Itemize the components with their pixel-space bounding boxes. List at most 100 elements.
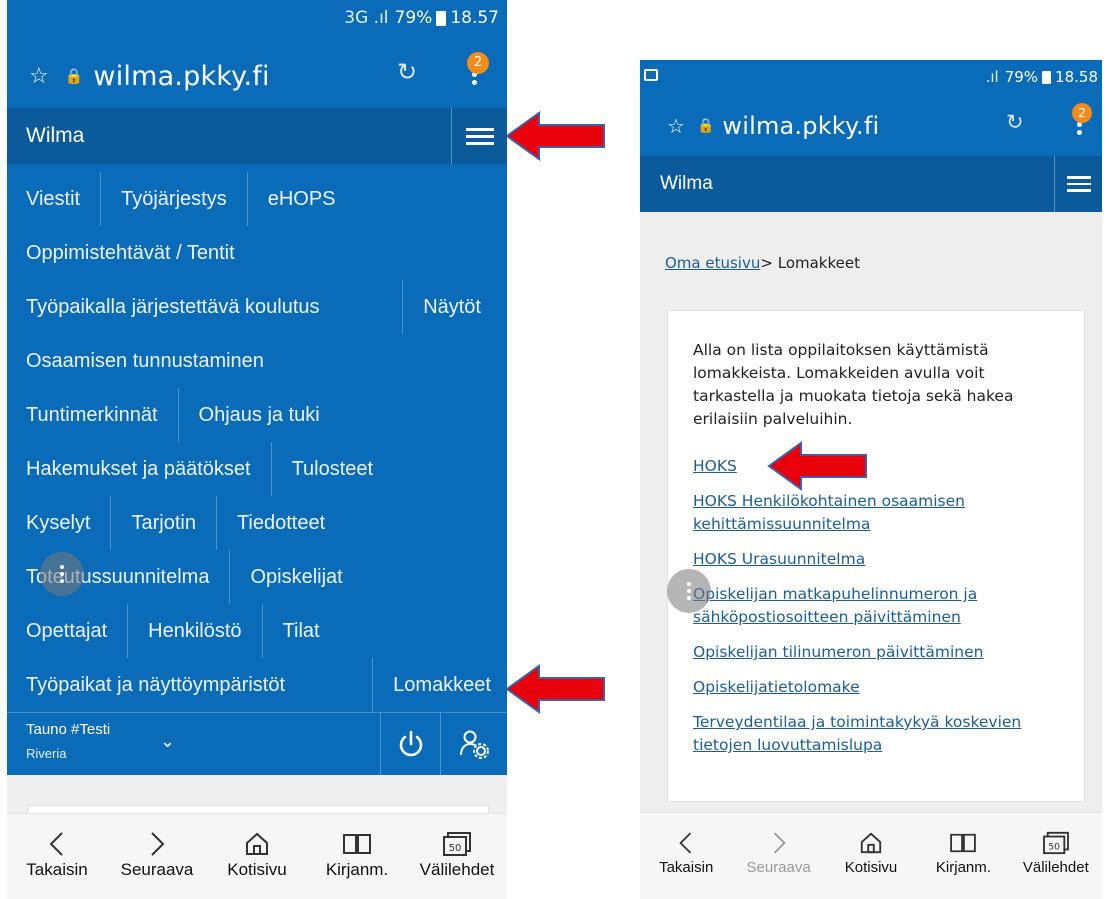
nav-row: Opettajat Henkilöstö Tilat	[7, 604, 507, 658]
chevron-left-icon	[47, 828, 67, 860]
forward-button[interactable]: Seuraava	[732, 827, 824, 899]
star-icon[interactable]: ☆	[667, 114, 685, 138]
notification-badge: 2	[1072, 103, 1092, 123]
floating-menu-icon[interactable]	[40, 552, 84, 596]
star-icon[interactable]: ☆	[29, 64, 49, 89]
app-title: Wilma	[26, 124, 85, 147]
left-phone-screenshot: 3G .ıl 79% 18.57 ☆ 🔒 wilma.pkky.fi ↻ 2 W…	[7, 0, 507, 899]
bookmarks-button[interactable]: Kirjanm.	[307, 828, 407, 899]
nav-item-lomakkeet[interactable]: Lomakkeet	[372, 658, 507, 712]
hamburger-menu-icon[interactable]	[1054, 156, 1102, 212]
nav-row: Osaamisen tunnustaminen	[7, 334, 507, 388]
lock-icon: 🔒	[696, 118, 715, 134]
tabs-button[interactable]: 50 Välilehdet	[1010, 827, 1102, 899]
tabs-icon: 50	[442, 828, 472, 860]
form-link[interactable]: Opiskelijan tilinumeron päivittäminen	[693, 641, 1063, 664]
floating-menu-icon[interactable]	[667, 569, 711, 613]
red-arrow-hoks-icon	[767, 441, 867, 491]
svg-text:50: 50	[449, 843, 462, 854]
nav-item-oppimistehtävät-tentit[interactable]: Oppimistehtävät / Tentit	[7, 226, 255, 280]
forms-card: Alla on lista oppilaitoksen käyttämistä …	[667, 310, 1085, 802]
breadcrumb-current: Lomakkeet	[777, 254, 860, 272]
wilma-header: Wilma	[7, 108, 507, 164]
nav-item-tilat[interactable]: Tilat	[261, 604, 340, 658]
form-link[interactable]: Terveydentilaa ja toimintakykyä koskevie…	[693, 711, 1063, 757]
chevron-right-icon	[147, 828, 167, 860]
battery-percent: 79%	[1004, 68, 1039, 86]
clock: 18.57	[450, 8, 499, 28]
right-phone-screenshot: .ıl 79% 18.58 ☆ 🔒 wilma.pkky.fi ↻ 2 Wilm…	[640, 60, 1102, 899]
lock-icon: 🔒	[64, 67, 84, 85]
form-link[interactable]: HOKS	[693, 455, 1063, 478]
nav-item-opettajat[interactable]: Opettajat	[7, 604, 127, 658]
form-link[interactable]: HOKS Urasuunnitelma	[693, 548, 1063, 571]
book-icon	[342, 828, 372, 860]
nav-item-työpaikat-ja-näyttöympäristöt[interactable]: Työpaikat ja näyttöympäristöt	[7, 658, 305, 712]
url-domain[interactable]: wilma.pkky.fi	[722, 112, 879, 140]
user-organization: Riveria	[26, 746, 67, 761]
hamburger-menu-icon[interactable]	[451, 108, 507, 164]
back-button[interactable]: Takaisin	[7, 828, 107, 899]
home-button[interactable]: Kotisivu	[207, 828, 307, 899]
nav-item-ehops[interactable]: eHOPS	[246, 172, 356, 226]
battery-percent: 79%	[394, 8, 433, 28]
chevron-left-icon	[677, 827, 695, 859]
user-row: Tauno #Testi Riveria ⌄	[7, 712, 507, 775]
breadcrumb-separator: >	[760, 254, 773, 272]
forward-button[interactable]: Seuraava	[107, 828, 207, 899]
signal-icon: .ıl	[985, 68, 999, 86]
nav-row: Työpaikat ja näyttöympäristöt Lomakkeet	[7, 658, 507, 712]
user-name[interactable]: Tauno #Testi	[26, 721, 110, 738]
tabs-button[interactable]: 50 Välilehdet	[407, 828, 507, 899]
back-button[interactable]: Takaisin	[640, 827, 732, 899]
page-content: Oma etusivu> Lomakkeet Alla on lista opp…	[640, 212, 1102, 832]
nav-item-näytöt[interactable]: Näytöt	[402, 280, 507, 334]
nav-item-viestit[interactable]: Viestit	[7, 172, 100, 226]
form-link[interactable]: Opiskelijan matkapuhelinnumeron ja sähkö…	[693, 583, 1063, 629]
clock: 18.58	[1055, 68, 1098, 86]
nav-item-työjärjestys[interactable]: Työjärjestys	[100, 172, 247, 226]
user-settings-icon[interactable]	[440, 713, 507, 775]
signal-icon: 3G .ıl	[344, 8, 389, 28]
url-domain[interactable]: wilma.pkky.fi	[93, 61, 269, 92]
nav-item-tulosteet[interactable]: Tulosteet	[270, 442, 394, 496]
status-bar: 3G .ıl 79% 18.57	[7, 0, 507, 36]
nav-item-ohjaus-ja-tuki[interactable]: Ohjaus ja tuki	[177, 388, 340, 442]
nav-item-hakemukset-ja-päätökset[interactable]: Hakemukset ja päätökset	[7, 442, 271, 496]
nav-item-henkilöstö[interactable]: Henkilöstö	[127, 604, 261, 658]
chevron-down-icon[interactable]: ⌄	[160, 731, 175, 752]
nav-item-työpaikalla-järjestettävä-koulutus[interactable]: Työpaikalla järjestettävä koulutus	[7, 280, 340, 334]
nav-item-osaamisen-tunnustaminen[interactable]: Osaamisen tunnustaminen	[7, 334, 284, 388]
nav-item-tuntimerkinnät[interactable]: Tuntimerkinnät	[7, 388, 178, 442]
form-link[interactable]: HOKS Henkilökohtainen osaamisen kehittäm…	[693, 490, 1063, 536]
nav-item-tiedotteet[interactable]: Tiedotteet	[215, 496, 345, 550]
browser-bottom-bar: Takaisin Seuraava Kotisivu Kirjanm. 50 V…	[7, 813, 507, 899]
svg-text:50: 50	[1048, 841, 1060, 852]
logout-power-icon[interactable]	[380, 713, 440, 775]
nav-item-tarjotin[interactable]: Tarjotin	[110, 496, 215, 550]
browser-bottom-bar: Takaisin Seuraava Kotisivu Kirjanm. 50 V…	[640, 812, 1102, 899]
nav-item-opiskelijat[interactable]: Opiskelijat	[229, 550, 362, 604]
nav-row: Viestit Työjärjestys eHOPS	[7, 172, 507, 226]
wilma-header: Wilma	[640, 156, 1102, 212]
form-link[interactable]: Opiskelijatietolomake	[693, 676, 1063, 699]
browser-url-bar[interactable]: ☆ 🔒 wilma.pkky.fi ↻ 2	[7, 46, 507, 106]
forms-link-list: HOKS HOKS Henkilökohtainen osaamisen kehi…	[693, 455, 1063, 769]
bookmarks-button[interactable]: Kirjanm.	[917, 827, 1009, 899]
red-arrow-lomakkeet-icon	[505, 664, 605, 714]
book-icon	[949, 827, 977, 859]
status-bar: .ıl 79% 18.58	[640, 60, 1102, 94]
nav-row: Tuntimerkinnät Ohjaus ja tuki	[7, 388, 507, 442]
battery-icon	[1042, 70, 1052, 84]
home-button[interactable]: Kotisivu	[825, 827, 917, 899]
reload-icon[interactable]: ↻	[1006, 110, 1024, 134]
tabs-icon: 50	[1042, 827, 1070, 859]
app-title: Wilma	[660, 173, 713, 194]
red-arrow-hamburger-icon	[505, 111, 605, 161]
breadcrumb-home-link[interactable]: Oma etusivu	[665, 254, 760, 272]
nav-item-kyselyt[interactable]: Kyselyt	[7, 496, 110, 550]
nav-row: Hakemukset ja päätökset Tulosteet	[7, 442, 507, 496]
breadcrumb: Oma etusivu> Lomakkeet	[665, 254, 860, 272]
reload-icon[interactable]: ↻	[397, 58, 417, 86]
browser-url-bar[interactable]: ☆ 🔒 wilma.pkky.fi ↻ 2	[640, 98, 1102, 154]
